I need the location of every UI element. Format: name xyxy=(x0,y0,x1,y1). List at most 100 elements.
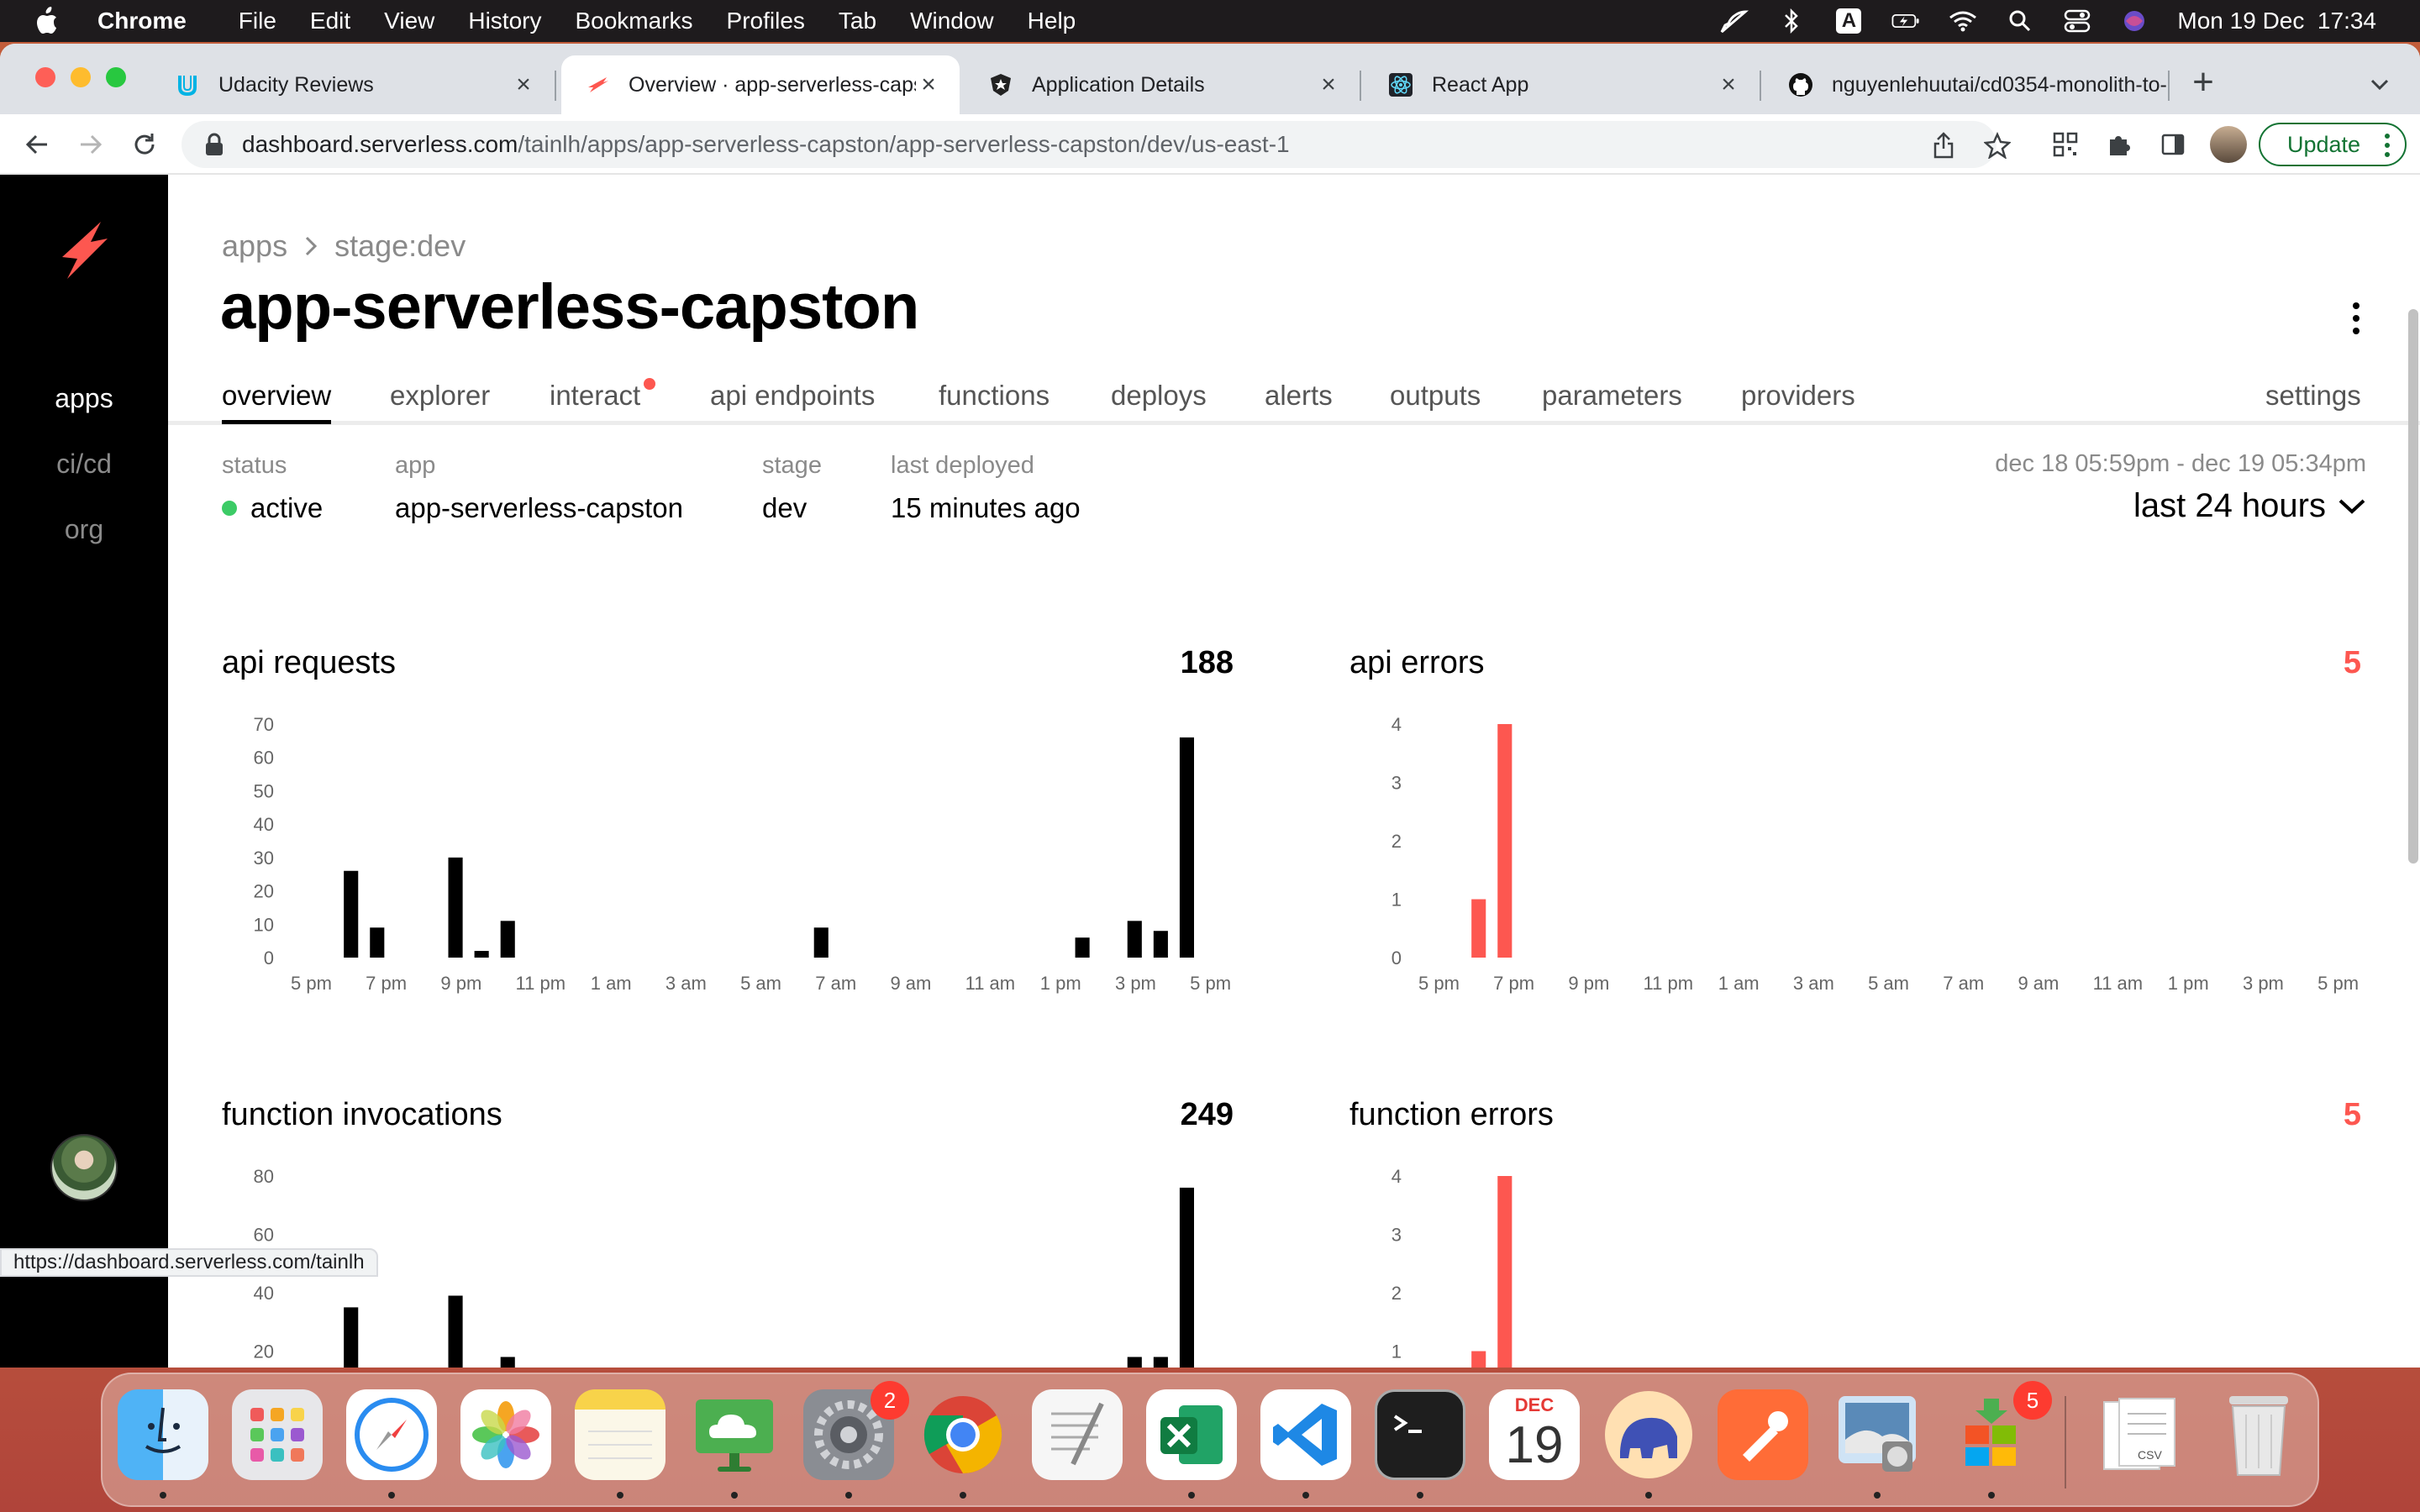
tab-outputs[interactable]: outputs xyxy=(1390,380,1481,412)
breadcrumb-apps[interactable]: apps xyxy=(222,228,287,264)
profile-avatar[interactable] xyxy=(2210,126,2247,163)
menu-help[interactable]: Help xyxy=(1028,8,1076,34)
sidebar-item-cicd[interactable]: ci/cd xyxy=(0,449,168,480)
menu-profiles[interactable]: Profiles xyxy=(727,8,805,34)
url-text[interactable]: dashboard.serverless.com/tainlh/apps/app… xyxy=(242,131,1290,158)
chart-bar[interactable] xyxy=(1471,1351,1486,1368)
update-button[interactable]: Update xyxy=(2259,123,2407,166)
chart-bar[interactable] xyxy=(1153,931,1168,958)
chart-bar[interactable] xyxy=(1497,1176,1512,1368)
spotlight-search-icon[interactable] xyxy=(2006,8,2034,34)
chart-bar[interactable] xyxy=(1179,737,1195,958)
address-bar[interactable]: dashboard.serverless.com/tainlh/apps/app… xyxy=(182,121,2011,168)
page-scrollbar[interactable] xyxy=(2408,309,2418,864)
menu-view[interactable]: View xyxy=(384,8,434,34)
chart-bar[interactable] xyxy=(448,1295,463,1368)
menu-app-name[interactable]: Chrome xyxy=(97,8,187,34)
tab-application-details[interactable]: Application Details × xyxy=(965,55,1361,114)
chart-bar[interactable] xyxy=(344,1307,359,1368)
minimize-window-button[interactable] xyxy=(71,67,91,87)
lock-icon[interactable] xyxy=(202,132,227,157)
chart-bar[interactable] xyxy=(500,921,515,958)
vscode-icon[interactable] xyxy=(1260,1389,1351,1480)
feather-icon[interactable] xyxy=(1720,8,1749,34)
csv-file-icon[interactable]: CSV xyxy=(2099,1389,2190,1480)
share-icon[interactable] xyxy=(1929,131,1958,160)
tab-interact[interactable]: interact xyxy=(550,378,656,412)
launchpad-icon[interactable] xyxy=(232,1389,323,1480)
zoom-window-button[interactable] xyxy=(106,67,126,87)
close-tab-icon[interactable]: × xyxy=(511,71,536,98)
sidebar-item-apps[interactable]: apps xyxy=(0,383,168,414)
tableplus-icon[interactable] xyxy=(1603,1389,1694,1480)
sidebar-item-org[interactable]: org xyxy=(0,514,168,545)
siri-icon[interactable] xyxy=(2120,8,2149,34)
control-center-icon[interactable] xyxy=(2063,8,2091,34)
new-tab-button[interactable]: + xyxy=(2185,61,2222,102)
close-window-button[interactable] xyxy=(35,67,55,87)
tab-search-chevron-icon[interactable] xyxy=(2368,72,2391,96)
chart-bar[interactable] xyxy=(1471,899,1486,958)
tab-settings[interactable]: settings xyxy=(2265,380,2361,412)
reload-button[interactable] xyxy=(126,126,163,163)
finder-icon[interactable] xyxy=(118,1389,208,1480)
tab-github[interactable]: nguyenlehuutai/cd0354-monolith-to-micros… xyxy=(1765,55,2170,114)
close-tab-icon[interactable]: × xyxy=(1716,71,1741,98)
tab-overview[interactable]: overview xyxy=(222,380,332,424)
menu-file[interactable]: File xyxy=(239,8,276,34)
more-options-icon[interactable] xyxy=(2343,299,2370,338)
bookmark-star-icon[interactable] xyxy=(1983,131,2012,160)
safari-icon[interactable] xyxy=(346,1389,437,1480)
tab-api-endpoints[interactable]: api endpoints xyxy=(710,380,875,412)
chrome-icon[interactable] xyxy=(918,1389,1008,1480)
breadcrumb-stage[interactable]: stage:dev xyxy=(334,228,466,264)
menu-window[interactable]: Window xyxy=(910,8,994,34)
menu-edit[interactable]: Edit xyxy=(310,8,350,34)
chart-bar[interactable] xyxy=(500,1357,515,1368)
user-avatar[interactable] xyxy=(50,1134,118,1201)
extensions-puzzle-icon[interactable] xyxy=(2104,129,2134,160)
postman-icon[interactable] xyxy=(1718,1389,1808,1480)
photos-icon[interactable] xyxy=(460,1389,551,1480)
tab-deploys[interactable]: deploys xyxy=(1111,380,1207,412)
input-source-icon[interactable]: A xyxy=(1834,8,1863,34)
tab-functions[interactable]: functions xyxy=(939,380,1050,412)
chart-bar[interactable] xyxy=(1127,921,1142,958)
tab-react-app[interactable]: React App × xyxy=(1365,55,1761,114)
trash-icon[interactable] xyxy=(2213,1389,2304,1480)
forward-button[interactable] xyxy=(72,126,109,163)
notes-icon[interactable] xyxy=(575,1389,666,1480)
wifi-icon[interactable] xyxy=(1949,8,1977,34)
apple-icon[interactable] xyxy=(34,7,59,35)
tab-parameters[interactable]: parameters xyxy=(1542,380,1682,412)
chart-bar[interactable] xyxy=(344,870,359,958)
qr-code-extension-icon[interactable] xyxy=(2050,129,2081,160)
textedit-icon[interactable] xyxy=(1032,1389,1123,1480)
close-tab-icon[interactable]: × xyxy=(1316,71,1341,98)
menu-bookmarks[interactable]: Bookmarks xyxy=(575,8,692,34)
serverless-logo-icon[interactable] xyxy=(54,215,114,284)
battery-icon[interactable] xyxy=(1891,8,1920,34)
calendar-icon[interactable]: DEC 19 xyxy=(1489,1389,1580,1480)
side-panel-icon[interactable] xyxy=(2158,129,2188,160)
menu-history[interactable]: History xyxy=(468,8,541,34)
chart-bar[interactable] xyxy=(813,927,829,958)
excel-icon[interactable] xyxy=(1146,1389,1237,1480)
chart-bar[interactable] xyxy=(448,857,463,958)
tab-alerts[interactable]: alerts xyxy=(1265,380,1333,412)
tab-providers[interactable]: providers xyxy=(1741,380,1855,412)
chart-bar[interactable] xyxy=(1075,937,1090,958)
browser-menu-icon[interactable] xyxy=(2385,133,2390,158)
tab-udacity-reviews[interactable]: Udacity Reviews × xyxy=(151,55,556,114)
menu-tab[interactable]: Tab xyxy=(839,8,876,34)
preview-icon[interactable] xyxy=(1832,1389,1923,1480)
time-range-dropdown[interactable]: last 24 hours xyxy=(2133,487,2366,525)
terminal-icon[interactable] xyxy=(1375,1389,1465,1480)
chart-bar[interactable] xyxy=(1127,1357,1142,1368)
close-tab-icon[interactable]: × xyxy=(916,71,941,98)
tab-overview-serverless[interactable]: Overview · app-serverless-capston × xyxy=(561,55,960,114)
menu-clock[interactable]: Mon 19 Dec 17:34 xyxy=(2177,8,2376,34)
back-button[interactable] xyxy=(18,126,55,163)
chart-bar[interactable] xyxy=(370,927,385,958)
chart-bar[interactable] xyxy=(474,951,489,958)
